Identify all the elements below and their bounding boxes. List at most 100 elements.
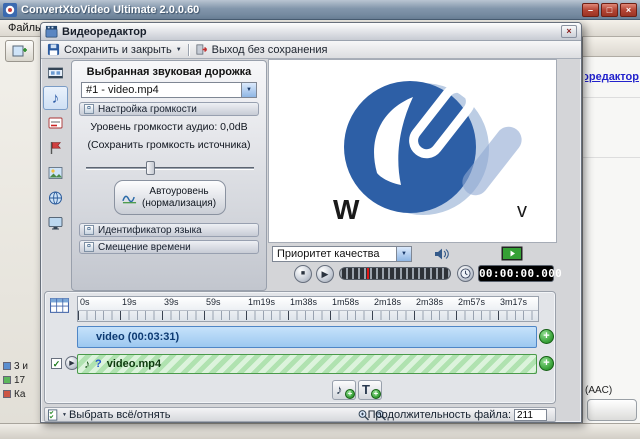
playhead-marker[interactable] — [367, 268, 369, 280]
ruler-tick-label: 39s — [164, 297, 206, 310]
ruler-tick-label: 59s — [206, 297, 248, 310]
background-right-panel: Видеоредактор (AAC) — [582, 37, 640, 423]
maximize-button[interactable]: □ — [601, 3, 618, 17]
background-left-panel: 3 и 17 Ка — [0, 37, 41, 423]
minimize-button[interactable]: – — [582, 3, 599, 17]
add-audio-button[interactable]: + — [539, 356, 554, 371]
exit-icon — [195, 43, 208, 56]
video-frames-tool[interactable] — [43, 61, 68, 85]
video-editor-link[interactable]: Видеоредактор — [585, 71, 639, 83]
logo-letter-left: W — [333, 194, 360, 225]
filmstrip-icon — [47, 65, 64, 81]
dialog-editor-icon — [45, 25, 58, 38]
slider-groove — [86, 167, 254, 170]
add-file-icon — [12, 44, 28, 58]
main-window: ConvertXtoVideo Ultimate 2.0.0.60 – □ × … — [0, 0, 640, 439]
chevron-down-icon[interactable]: ▼ — [396, 247, 411, 261]
chevron-down-icon[interactable]: ▼ — [241, 83, 256, 97]
section-bullet-icon: ¤ — [84, 225, 94, 235]
add-video-button[interactable]: + — [539, 329, 554, 344]
table-icon — [50, 298, 69, 313]
unknown-language-badge: ? — [95, 358, 102, 370]
music-note-icon: ♪ — [336, 382, 343, 397]
divider — [583, 157, 640, 158]
time-ruler: 0s 19s 39s 59s 1m19s 1m38s 1m58s 2m18s 2… — [77, 296, 539, 322]
play-button[interactable]: ▶ — [316, 265, 334, 283]
dialog-toolbar: Сохранить и закрыть ▼ Выход без сохранен… — [41, 41, 581, 59]
close-button[interactable]: × — [620, 3, 637, 17]
background-list-row: 17 — [3, 374, 40, 386]
dialog-close-button[interactable]: × — [561, 25, 577, 38]
background-toolbar-button[interactable] — [5, 40, 34, 62]
volume-button[interactable] — [433, 247, 450, 264]
add-audio-track-button[interactable]: ♪ + — [332, 380, 356, 400]
slider-thumb[interactable] — [146, 161, 155, 175]
autolevel-button[interactable]: Автоуровень (нормализация) — [114, 180, 226, 215]
duration-label: Продолжительность файла: — [368, 409, 511, 421]
music-note-icon: ♪ — [52, 91, 60, 106]
timeline-grid-button[interactable] — [50, 298, 69, 316]
audio-track-value: #1 - video.mp4 — [82, 83, 241, 97]
section-language[interactable]: ¤ Идентификатор языка — [79, 223, 259, 237]
dialog-title: Видеоредактор — [62, 26, 557, 38]
ruler-tick-label: 1m19s — [248, 297, 290, 310]
save-icon — [47, 43, 60, 56]
dialog-footer: ▼ Выбрать всё/отнять — [44, 407, 556, 422]
duration-input[interactable] — [514, 409, 547, 421]
main-status-bar — [0, 423, 640, 439]
seek-bar[interactable] — [339, 267, 451, 280]
volume-hint-label: (Сохранить громкость источника) — [72, 139, 266, 151]
section-volume[interactable]: ¤ Настройка громкости — [79, 102, 259, 116]
select-all-label[interactable]: Выбрать всё/отнять — [69, 409, 170, 421]
save-dropdown-arrow[interactable]: ▼ — [176, 47, 182, 53]
ruler-tick-label: 3m17s — [500, 297, 542, 310]
time-mode-button[interactable] — [457, 265, 474, 282]
window-title: ConvertXtoVideo Ultimate 2.0.0.60 — [21, 4, 578, 16]
row-icon — [3, 376, 11, 384]
ruler-tick-label: 2m18s — [374, 297, 416, 310]
menu-files[interactable]: Файлы — [8, 22, 43, 34]
background-list-row: 3 и — [3, 360, 40, 372]
main-titlebar: ConvertXtoVideo Ultimate 2.0.0.60 – □ × — [0, 0, 640, 20]
dialog-titlebar: Видеоредактор × — [41, 23, 581, 41]
section-offset[interactable]: ¤ Смещение времени — [79, 240, 259, 254]
background-button-fragment[interactable] — [587, 399, 637, 421]
row-icon — [3, 362, 11, 370]
quality-priority-value: Приоритет качества — [273, 247, 396, 261]
audio-track[interactable]: ♪ ? video.mp4 — [77, 354, 537, 374]
exit-without-saving-button[interactable]: Выход без сохранения — [195, 43, 328, 56]
select-all-button[interactable]: ▼ — [48, 409, 67, 421]
chevron-down-icon: ▼ — [62, 412, 67, 418]
audio-track-checkbox[interactable]: ✓ — [51, 358, 62, 369]
volume-slider[interactable] — [86, 161, 254, 175]
stop-button[interactable]: ■ — [294, 265, 312, 283]
flag-icon — [47, 140, 64, 156]
vso-logo: W v — [283, 69, 543, 234]
language-tool[interactable] — [43, 186, 68, 210]
audio-track-select[interactable]: #1 - video.mp4 ▼ — [81, 82, 257, 98]
subtitles-tool[interactable] — [43, 111, 68, 135]
quality-priority-select[interactable]: Приоритет качества ▼ — [272, 246, 412, 262]
speaker-icon — [433, 247, 450, 261]
save-and-close-button[interactable]: Сохранить и закрыть ▼ — [47, 43, 182, 56]
text-tool-icon: T — [362, 382, 370, 397]
audio-track-tool[interactable]: ♪ — [43, 86, 68, 110]
audio-track-panel: Выбранная звуковая дорожка #1 - video.mp… — [71, 60, 267, 291]
video-editor-dialog: Видеоредактор × Сохранить и закрыть ▼ Вы — [40, 22, 582, 423]
app-icon — [3, 3, 17, 17]
video-preview: W v — [268, 59, 557, 243]
dialog-body: ♪ — [41, 59, 581, 422]
add-text-track-button[interactable]: T + — [358, 380, 382, 400]
chapters-tool[interactable] — [43, 136, 68, 160]
globe-icon — [47, 190, 64, 206]
video-track[interactable]: video (00:03:31) — [77, 326, 537, 348]
video-track-label: video (00:03:31) — [96, 331, 179, 343]
capture-frame-button[interactable] — [501, 246, 523, 264]
ruler-tick-label: 1m38s — [290, 297, 332, 310]
toolbar-separator — [188, 44, 189, 56]
audio-codec-label: (AAC) — [585, 385, 612, 396]
image-tool[interactable] — [43, 161, 68, 185]
preview-tool[interactable] — [43, 211, 68, 235]
ruler-tick-label: 19s — [122, 297, 164, 310]
background-panel-header — [583, 37, 640, 57]
